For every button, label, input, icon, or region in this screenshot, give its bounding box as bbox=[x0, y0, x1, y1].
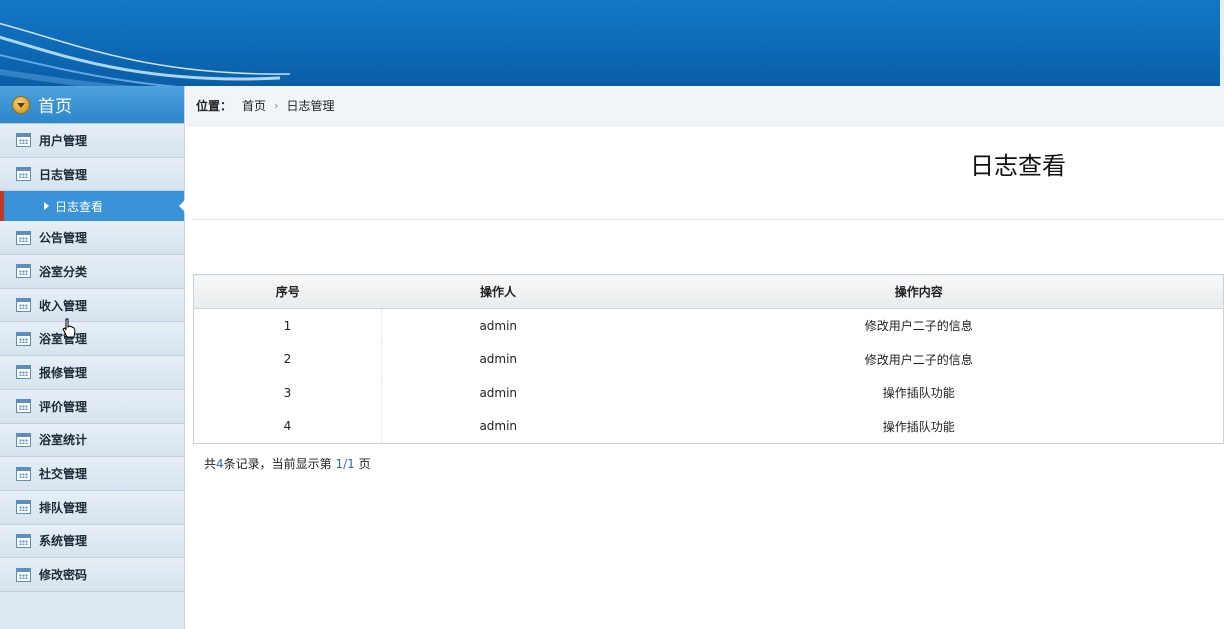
sidebar-item-social[interactable]: 社交管理 bbox=[0, 457, 184, 491]
pager-suffix: 页 bbox=[358, 457, 371, 471]
sidebar-item-label: 评价管理 bbox=[39, 399, 88, 414]
sidebar-nav: 首页 用户管理 日志管理 日志查看 公告管理 浴室分类 收入管理 浴室管理 报修… bbox=[0, 86, 185, 629]
sidebar-item-statistics[interactable]: 浴室统计 bbox=[0, 423, 184, 458]
title-divider bbox=[192, 219, 1224, 220]
sidebar-item-bath-categories[interactable]: 浴室分类 bbox=[0, 255, 184, 289]
calendar-icon bbox=[16, 133, 31, 148]
cell-operator: admin bbox=[479, 318, 518, 333]
sidebar-item-label: 用户管理 bbox=[39, 133, 88, 148]
sidebar-item-bathrooms[interactable]: 浴室管理 bbox=[0, 322, 184, 357]
sidebar-item-label: 日志管理 bbox=[39, 167, 88, 182]
cell-operator: admin bbox=[479, 385, 518, 400]
calendar-icon bbox=[16, 331, 31, 346]
column-header-content: 操作内容 bbox=[614, 274, 1224, 309]
home-dropdown-icon bbox=[12, 95, 30, 114]
pager-prefix: 共 bbox=[204, 457, 217, 471]
sidebar-item-users[interactable]: 用户管理 bbox=[0, 124, 184, 158]
pager-page: 1/1 bbox=[335, 457, 355, 471]
calendar-icon bbox=[16, 466, 31, 481]
sidebar-subitem-log-view[interactable]: 日志查看 bbox=[0, 191, 185, 222]
pager-total: 4 bbox=[216, 457, 224, 471]
sidebar-item-repairs[interactable]: 报修管理 bbox=[0, 356, 184, 390]
calendar-icon bbox=[16, 365, 31, 380]
sidebar-item-label: 社交管理 bbox=[39, 467, 88, 482]
breadcrumb: 位置： 首页 › 日志管理 bbox=[186, 86, 1224, 126]
cell-index: 3 bbox=[193, 375, 382, 410]
calendar-icon bbox=[16, 264, 31, 279]
calendar-icon bbox=[16, 533, 31, 548]
pagination-info: 共4条记录，当前显示第 1/1 页 bbox=[204, 455, 371, 472]
column-header-operator: 操作人 bbox=[381, 274, 615, 309]
sidebar-item-income[interactable]: 收入管理 bbox=[0, 288, 184, 323]
log-table: 序号 操作人 操作内容 1 admin 修改用户二子的信息 2 admin 修改… bbox=[193, 274, 1224, 444]
main-content: 位置： 首页 › 日志管理 日志查看 序号 操作人 操作内容 1 admin 修… bbox=[186, 86, 1224, 629]
table-header-row: 序号 操作人 操作内容 bbox=[193, 274, 1224, 309]
sidebar-item-change-password[interactable]: 修改密码 bbox=[0, 558, 184, 592]
calendar-icon bbox=[16, 432, 31, 447]
sidebar-subitem-label: 日志查看 bbox=[55, 199, 104, 214]
sidebar-item-queue[interactable]: 排队管理 bbox=[0, 490, 184, 525]
sidebar-item-reviews[interactable]: 评价管理 bbox=[0, 389, 184, 424]
sidebar-item-label: 排队管理 bbox=[39, 500, 88, 515]
breadcrumb-separator-icon: › bbox=[274, 99, 279, 112]
table-row: 2 admin 修改用户二子的信息 bbox=[193, 342, 1224, 376]
cell-index: 4 bbox=[193, 409, 382, 444]
breadcrumb-current: 日志管理 bbox=[286, 99, 335, 113]
sidebar-item-label: 浴室分类 bbox=[39, 264, 88, 279]
table-row: 3 admin 操作插队功能 bbox=[193, 375, 1224, 410]
cell-index: 2 bbox=[193, 342, 382, 376]
top-banner bbox=[0, 0, 1224, 86]
sidebar-item-label: 浴室统计 bbox=[39, 433, 88, 448]
sidebar-home-label: 首页 bbox=[38, 97, 72, 117]
cell-content: 操作插队功能 bbox=[882, 419, 955, 434]
hand-cursor-icon bbox=[62, 318, 76, 338]
calendar-icon bbox=[16, 298, 31, 313]
pager-mid: 条记录，当前显示第 bbox=[223, 457, 332, 471]
table-row: 4 admin 操作插队功能 bbox=[193, 409, 1224, 444]
table-row: 1 admin 修改用户二子的信息 bbox=[193, 308, 1224, 343]
cell-operator: admin bbox=[479, 352, 518, 367]
sidebar-item-announcements[interactable]: 公告管理 bbox=[0, 221, 184, 256]
cell-index: 1 bbox=[193, 308, 382, 343]
sidebar-item-label: 公告管理 bbox=[39, 231, 88, 246]
cell-content: 修改用户二子的信息 bbox=[864, 319, 973, 334]
banner-swoosh-graphic bbox=[0, 22, 291, 86]
banner-edge bbox=[1220, 0, 1224, 86]
sidebar-home[interactable]: 首页 bbox=[0, 86, 184, 124]
calendar-icon bbox=[16, 399, 31, 414]
calendar-icon bbox=[16, 567, 31, 582]
sidebar-item-label: 收入管理 bbox=[39, 298, 88, 313]
cell-content: 操作插队功能 bbox=[882, 386, 955, 401]
calendar-icon bbox=[16, 230, 31, 245]
cell-operator: admin bbox=[479, 419, 518, 434]
calendar-icon bbox=[16, 167, 31, 182]
calendar-icon bbox=[16, 500, 31, 515]
cell-content: 修改用户二子的信息 bbox=[864, 352, 973, 367]
breadcrumb-label: 位置： bbox=[196, 99, 233, 113]
breadcrumb-home-link[interactable]: 首页 bbox=[242, 97, 266, 114]
caret-right-icon bbox=[44, 202, 49, 211]
sidebar-item-label: 系统管理 bbox=[39, 534, 88, 549]
column-header-index: 序号 bbox=[193, 274, 382, 309]
sidebar-item-system[interactable]: 系统管理 bbox=[0, 524, 184, 559]
sidebar-item-label: 修改密码 bbox=[39, 568, 88, 583]
sidebar-item-label: 报修管理 bbox=[39, 365, 88, 380]
page-title: 日志查看 bbox=[970, 152, 1066, 180]
sidebar-item-logs[interactable]: 日志管理 bbox=[0, 157, 184, 192]
active-indicator-notch bbox=[179, 200, 185, 213]
